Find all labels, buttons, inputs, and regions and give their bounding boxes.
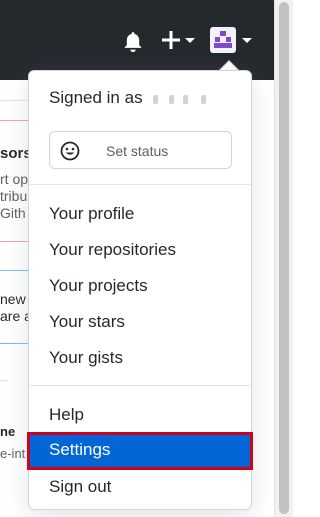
- menu-item-your-gists[interactable]: Your gists: [29, 340, 251, 376]
- signed-in-label: Signed in as: [49, 88, 143, 107]
- menu-item-your-stars[interactable]: Your stars: [29, 304, 251, 340]
- menu-item-your-projects[interactable]: Your projects: [29, 268, 251, 304]
- menu-divider: [29, 385, 251, 386]
- menu-item-your-repositories[interactable]: Your repositories: [29, 232, 251, 268]
- create-new-button[interactable]: [160, 28, 196, 52]
- username-redacted: [153, 93, 213, 105]
- user-menu-toggle[interactable]: [210, 27, 256, 55]
- scrollbar-thumb[interactable]: [279, 2, 289, 514]
- page-divider: [0, 100, 30, 101]
- chevron-down-icon: [242, 38, 252, 43]
- plus-icon: [162, 31, 180, 49]
- menu-item-settings[interactable]: Settings: [27, 432, 253, 470]
- page-scrollbar[interactable]: [274, 0, 293, 517]
- bell-icon[interactable]: [122, 30, 144, 52]
- chevron-down-icon: [185, 38, 195, 43]
- menu-item-sign-out[interactable]: Sign out: [29, 469, 251, 505]
- page-divider: [0, 380, 8, 381]
- set-status-button[interactable]: Set status: [49, 131, 232, 169]
- set-status-label: Set status: [106, 143, 169, 159]
- smiley-icon: [60, 141, 80, 161]
- menu-item-your-profile[interactable]: Your profile: [29, 196, 251, 232]
- user-dropdown-menu: Signed in as Set status Your profile You…: [27, 70, 253, 510]
- menu-item-help[interactable]: Help: [29, 397, 251, 433]
- menu-divider: [29, 184, 251, 185]
- avatar-icon: [210, 27, 236, 53]
- signed-in-header: Signed in as: [49, 87, 213, 109]
